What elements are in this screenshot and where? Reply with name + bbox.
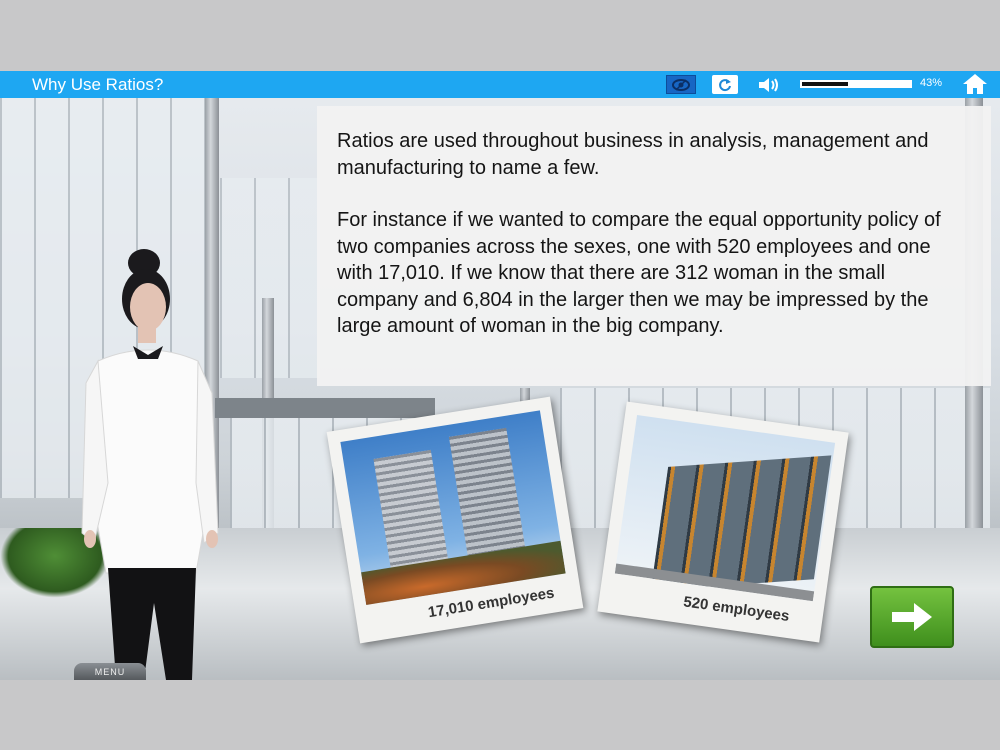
explanation-panel: Ratios are used throughout business in a… <box>317 106 991 386</box>
next-button[interactable] <box>870 586 954 648</box>
lobby-background: Ratios are used throughout business in a… <box>0 98 1000 680</box>
replay-button[interactable] <box>712 75 738 94</box>
paragraph-intro: Ratios are used throughout business in a… <box>337 130 929 179</box>
paragraph-example: For instance if we wanted to compare the… <box>337 209 941 337</box>
accessibility-button[interactable] <box>666 75 696 94</box>
photo-caption-small: 520 employees <box>682 593 791 626</box>
mezzanine <box>215 398 435 418</box>
top-bar: Why Use Ratios? 43% <box>0 71 1000 98</box>
course-player: Why Use Ratios? 43% Ratios are used thro… <box>0 71 1000 680</box>
office-building-image <box>614 414 836 602</box>
arrow-right-icon <box>892 603 932 631</box>
progress-fill <box>802 82 848 86</box>
photo-small-company: 520 employees <box>597 401 849 643</box>
speaker-icon <box>759 77 778 92</box>
photo-large-company: 17,010 employees <box>326 396 584 644</box>
home-icon <box>963 74 987 94</box>
skyscrapers-image <box>340 410 566 605</box>
home-button[interactable] <box>962 73 990 95</box>
eye-icon <box>672 78 690 91</box>
menu-tab[interactable]: MENU <box>74 663 146 680</box>
progress-percent: 43% <box>920 77 943 89</box>
slide-title: Why Use Ratios? <box>32 74 164 94</box>
glass-building <box>650 455 832 591</box>
volume-button[interactable] <box>757 75 785 94</box>
presenter <box>81 249 219 680</box>
replay-icon <box>719 78 731 91</box>
progress-bar[interactable] <box>800 80 912 88</box>
